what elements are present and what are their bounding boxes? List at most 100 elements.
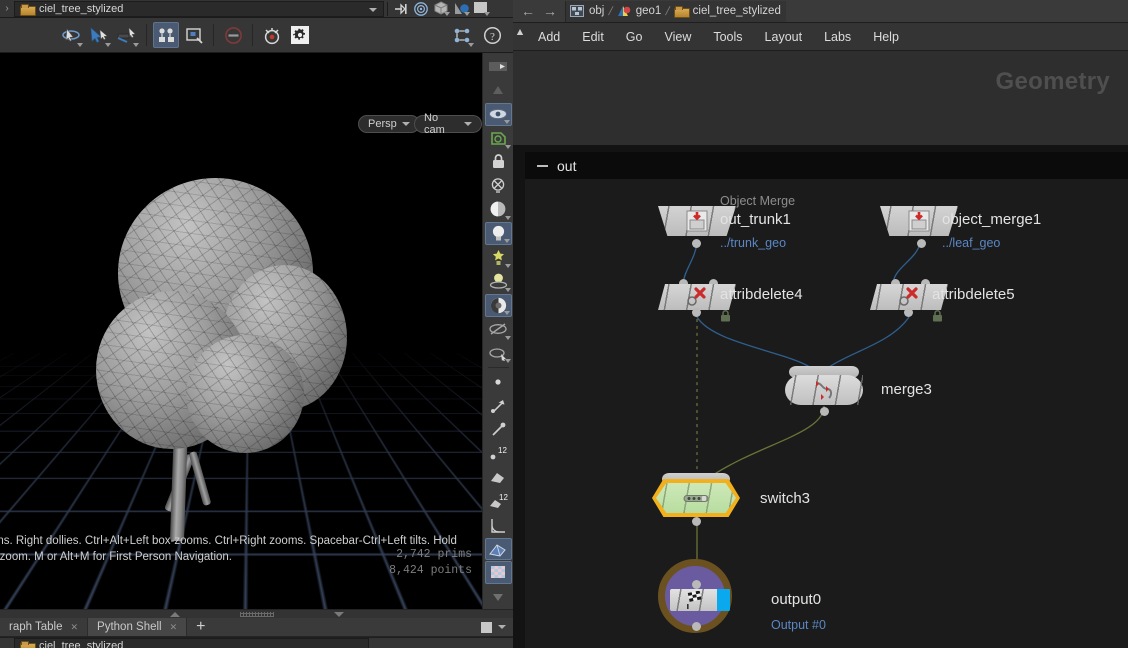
node-out_trunk1[interactable]: Object Merge out_trunk1 ../trunk_geo (658, 194, 795, 250)
chevron-down-icon[interactable] (77, 43, 83, 47)
node-body[interactable] (670, 589, 730, 611)
3d-viewport[interactable]: Persp No cam dle pans. Right dollies. Ct… (0, 53, 482, 609)
close-icon[interactable]: ✕ (71, 622, 79, 633)
network-editor-canvas[interactable]: Geometry out Object Merge out_trunk1 ../… (513, 51, 1128, 648)
viewport-persp-dropdown[interactable]: Persp (358, 115, 420, 133)
chevron-down-icon[interactable] (503, 119, 510, 124)
viewport-camera-dropdown[interactable]: No cam (414, 112, 482, 136)
node-attribdelete4[interactable]: attribdelete4 (658, 279, 803, 322)
chevron-down-icon[interactable] (484, 11, 490, 16)
menu-tools[interactable]: Tools (702, 30, 753, 44)
help-icon[interactable]: ? (479, 22, 505, 48)
menu-help[interactable]: Help (862, 30, 910, 44)
scroll-up-arrow-icon[interactable] (485, 79, 512, 102)
chevron-down-icon[interactable] (504, 335, 511, 340)
angle-icon[interactable] (485, 514, 512, 537)
nav-back-button[interactable]: ← (517, 3, 539, 19)
environment-icon[interactable] (484, 293, 512, 317)
chevron-down-icon[interactable] (464, 11, 470, 16)
node-output-port[interactable] (692, 517, 701, 526)
chevron-down-icon[interactable] (464, 122, 472, 126)
tab-python-shell[interactable]: Python Shell ✕ (88, 618, 188, 636)
pin-icon[interactable] (391, 1, 411, 17)
chevron-down-icon[interactable] (503, 310, 510, 315)
nav-forward-button[interactable]: → (539, 3, 561, 19)
cube-icon[interactable] (431, 1, 451, 17)
snapping-icon[interactable] (259, 22, 285, 48)
render-flag[interactable] (717, 589, 730, 611)
close-icon[interactable]: ✕ (170, 622, 178, 633)
hide-other-icon[interactable] (485, 318, 512, 341)
color-swatch-icon[interactable] (471, 1, 491, 17)
menu-edit[interactable]: Edit (571, 30, 615, 44)
viewport-path-field[interactable]: ciel_tree_stylized (14, 0, 384, 17)
node-output-port[interactable] (917, 239, 926, 248)
bottom-path-field[interactable]: ciel_tree_stylized (14, 638, 369, 648)
chevron-down-icon[interactable] (504, 287, 511, 292)
node-attribdelete5[interactable]: attribdelete5 (870, 279, 1015, 322)
chevron-down-icon[interactable] (498, 625, 506, 629)
chevron-down-icon[interactable] (504, 359, 511, 364)
node-output-port[interactable] (904, 308, 913, 317)
menu-labs[interactable]: Labs (813, 30, 862, 44)
tab-graph-table[interactable]: raph Table ✕ (0, 618, 89, 636)
box-zoom-icon[interactable] (181, 22, 207, 48)
node-merge3[interactable]: merge3 (785, 366, 932, 416)
lock-icon[interactable] (485, 151, 512, 174)
light-point-icon[interactable] (485, 246, 512, 269)
scroll-up-icon[interactable] (485, 55, 512, 78)
nodes-icon[interactable] (153, 22, 179, 48)
menu-layout[interactable]: Layout (754, 30, 814, 44)
node-body[interactable] (656, 483, 736, 513)
add-tab-button[interactable]: + (187, 618, 214, 636)
chevron-down-icon[interactable] (133, 43, 139, 47)
breadcrumb-item-geo1[interactable]: geo1 (613, 5, 667, 18)
node-output-port[interactable] (820, 407, 829, 416)
maximize-pane-icon[interactable] (481, 621, 492, 633)
chevron-down-icon[interactable] (105, 43, 111, 47)
visibility-eye-icon[interactable] (484, 102, 512, 126)
chevron-down-icon[interactable] (504, 144, 511, 149)
chevron-down-icon[interactable] (444, 11, 450, 16)
vector-icon[interactable] (485, 418, 512, 441)
target-icon[interactable] (411, 1, 431, 17)
wireframe-shade-icon[interactable] (484, 537, 512, 561)
node-output-port[interactable] (692, 239, 701, 248)
node-output-port[interactable] (692, 622, 701, 631)
menu-go[interactable]: Go (615, 30, 654, 44)
normals-icon[interactable] (485, 394, 512, 417)
light-bulb-icon[interactable] (484, 222, 512, 245)
splitter-down-arrow[interactable] (333, 611, 344, 617)
tree-view-icon[interactable] (449, 22, 475, 48)
breadcrumb-item-ciel-tree-stylized[interactable]: ciel_tree_stylized (670, 5, 786, 18)
scroll-down-icon[interactable] (485, 585, 512, 608)
menu-scroll-up-icon[interactable] (516, 27, 524, 36)
snapshot-icon[interactable] (485, 127, 512, 150)
chevron-down-icon[interactable] (503, 239, 510, 243)
chevron-down-icon[interactable] (369, 7, 377, 12)
sphere-shade-icon[interactable] (485, 198, 512, 221)
chevron-down-icon[interactable] (504, 263, 511, 268)
ghost-icon[interactable] (485, 174, 512, 197)
node-object_merge1[interactable]: object_merge1 ../leaf_geo (880, 206, 1041, 250)
select-orbit-icon[interactable] (58, 22, 84, 48)
pane-splitter[interactable] (0, 609, 513, 618)
menu-view[interactable]: View (653, 30, 702, 44)
node-output-port[interactable] (692, 308, 701, 317)
select-arrow-icon[interactable] (86, 22, 112, 48)
node-input-port[interactable] (692, 580, 701, 589)
splitter-grip[interactable] (239, 611, 274, 617)
point-display-icon[interactable] (485, 370, 512, 393)
chevron-down-icon[interactable] (504, 216, 511, 221)
gear-icon[interactable] (287, 22, 313, 48)
material-sphere-icon[interactable] (451, 1, 471, 17)
path-chevron-icon[interactable]: › (0, 3, 14, 14)
prim-display-icon[interactable] (485, 466, 512, 489)
chevron-down-icon[interactable] (468, 43, 474, 47)
texture-icon[interactable] (484, 561, 512, 585)
chevron-down-icon[interactable] (401, 122, 410, 126)
handle-icon[interactable] (114, 22, 140, 48)
prim-numbers-icon[interactable]: 12 (485, 490, 512, 513)
node-switch3[interactable]: switch3 (652, 473, 810, 526)
breadcrumb-item-obj[interactable]: obj (566, 5, 609, 17)
